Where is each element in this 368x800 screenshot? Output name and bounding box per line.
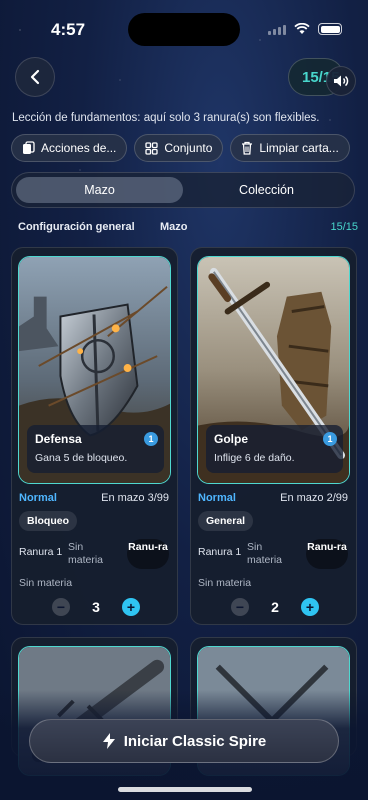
card-in-deck: En mazo 3/99: [101, 492, 169, 504]
view-segmented-control: Mazo Colección: [11, 172, 355, 208]
chevron-left-icon: [30, 69, 40, 85]
increase-button[interactable]: +: [300, 598, 319, 616]
card-defensa[interactable]: Defensa Gana 5 de bloqueo. 1 Normal En m…: [11, 247, 178, 625]
status-time: 4:57: [51, 20, 86, 39]
grid-icon: [145, 141, 159, 155]
card-info: Defensa Gana 5 de bloqueo. 1: [27, 425, 164, 473]
start-run-button[interactable]: Iniciar Classic Spire: [29, 719, 339, 763]
slot-label: Ranura 1: [19, 546, 63, 558]
general-config-label: Configuración general: [18, 221, 135, 233]
clear-cards-button[interactable]: Limpiar carta...: [230, 134, 350, 162]
set-button[interactable]: Conjunto: [134, 134, 224, 162]
card-tag: Bloqueo: [19, 511, 77, 531]
slot-button[interactable]: Ranu-ra: [306, 539, 348, 569]
decrease-button[interactable]: −: [231, 598, 249, 616]
dynamic-island: [128, 13, 240, 46]
deck-actions-button[interactable]: Acciones de...: [11, 134, 128, 162]
status-icons: [268, 23, 342, 35]
wifi-icon: [294, 23, 310, 34]
card-art: Golpe Inflige 6 de daño. 1: [197, 256, 350, 484]
clear-cards-label: Limpiar carta...: [259, 141, 339, 155]
deck-actions-icon: [23, 141, 35, 154]
trash-icon: [242, 141, 253, 155]
signal-icon: [268, 24, 286, 35]
start-run-label: Iniciar Classic Spire: [123, 732, 267, 750]
card-cost-badge: 1: [144, 432, 158, 446]
battery-icon: [318, 23, 342, 35]
set-label: Conjunto: [164, 141, 213, 155]
lesson-text: Lección de fundamentos: aquí solo 3 ranu…: [12, 112, 320, 124]
lightning-icon: [102, 733, 115, 749]
deck-actions-label: Acciones de...: [41, 141, 117, 155]
action-bar: Acciones de... Conjunto Limpiar carta...: [11, 134, 350, 162]
home-indicator: [118, 787, 252, 792]
card-rarity: Normal: [19, 492, 57, 504]
card-description: Gana 5 de bloqueo.: [35, 452, 128, 464]
deck-subheader: Configuración general Mazo 15/15: [18, 221, 358, 233]
increase-button[interactable]: +: [121, 598, 140, 616]
card-info: Golpe Inflige 6 de daño. 1: [206, 425, 343, 473]
tab-collection[interactable]: Colección: [183, 177, 350, 203]
slot-button[interactable]: Ranu-ra: [127, 539, 169, 569]
deck-count: 15/15: [330, 221, 358, 233]
tab-deck[interactable]: Mazo: [16, 177, 183, 203]
card-rarity: Normal: [198, 492, 236, 504]
quantity-value: 2: [271, 599, 279, 615]
slot-material: Sin materia: [68, 541, 104, 566]
quantity-stepper: − 2 +: [231, 597, 319, 617]
speaker-icon: [334, 75, 349, 87]
card-art: Defensa Gana 5 de bloqueo. 1: [18, 256, 171, 484]
status-bar: 4:57: [0, 0, 368, 58]
card-golpe[interactable]: Golpe Inflige 6 de daño. 1 Normal En maz…: [190, 247, 357, 625]
card-description: Inflige 6 de daño.: [214, 452, 295, 464]
decrease-button[interactable]: −: [52, 598, 70, 616]
quantity-stepper: − 3 +: [52, 597, 140, 617]
card-in-deck: En mazo 2/99: [280, 492, 348, 504]
back-button[interactable]: [15, 57, 55, 97]
slot-material: Sin materia: [247, 541, 283, 566]
card-tag: General: [198, 511, 254, 531]
no-material-label: Sin materia: [198, 577, 252, 589]
deck-label: Mazo: [160, 221, 188, 233]
slot-label: Ranura 1: [198, 546, 242, 558]
no-material-label: Sin materia: [19, 577, 73, 589]
card-name: Golpe: [214, 432, 249, 446]
sound-button[interactable]: [326, 66, 356, 96]
quantity-value: 3: [92, 599, 100, 615]
card-cost-badge: 1: [323, 432, 337, 446]
card-name: Defensa: [35, 432, 82, 446]
